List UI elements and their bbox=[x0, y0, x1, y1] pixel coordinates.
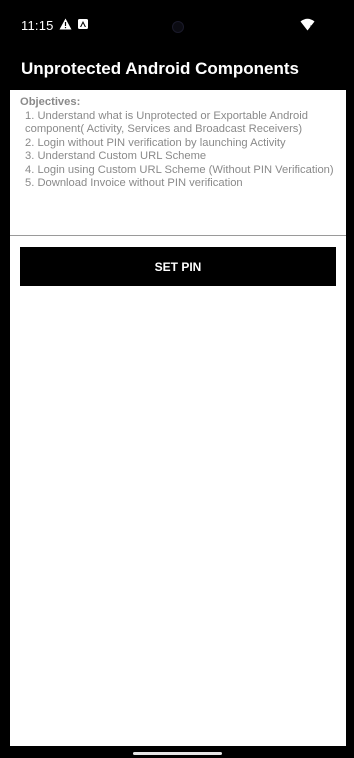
objectives-section: Objectives: 1. Understand what is Unprot… bbox=[20, 96, 340, 191]
main-content: Objectives: 1. Understand what is Unprot… bbox=[10, 90, 346, 746]
status-bar: 11:15 bbox=[0, 0, 354, 50]
navigation-bar bbox=[0, 746, 354, 758]
objectives-heading: Objectives: bbox=[20, 96, 81, 108]
divider bbox=[10, 235, 346, 236]
a-icon bbox=[78, 19, 88, 29]
page-title: Unprotected Android Components bbox=[21, 59, 299, 78]
set-pin-button[interactable]: SET PIN bbox=[20, 247, 336, 286]
warning-icon bbox=[59, 18, 72, 30]
objective-item: 4. Login using Custom URL Scheme (Withou… bbox=[25, 163, 334, 176]
status-time: 11:15 bbox=[21, 18, 54, 33]
objective-item: 3. Understand Custom URL Scheme bbox=[25, 150, 207, 162]
objective-item: 2. Login without PIN verification by lau… bbox=[25, 136, 286, 149]
home-indicator[interactable] bbox=[133, 752, 222, 755]
wifi-icon bbox=[300, 18, 315, 31]
objective-item: 1. Understand what is Unprotected or Exp… bbox=[25, 109, 308, 136]
app-bar: Unprotected Android Components bbox=[0, 50, 354, 90]
camera-icon bbox=[172, 21, 184, 33]
objective-item: 5. Download Invoice without PIN verifica… bbox=[25, 177, 243, 189]
